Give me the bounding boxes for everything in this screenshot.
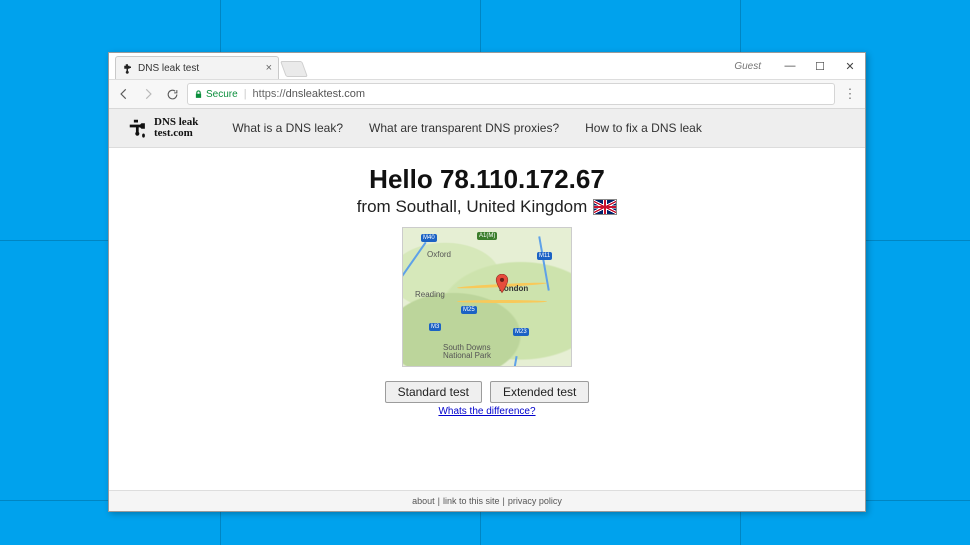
- standard-test-button[interactable]: Standard test: [385, 381, 482, 403]
- nav-link-what-is[interactable]: What is a DNS leak?: [232, 121, 343, 135]
- logo-line2: test.com: [154, 128, 198, 139]
- address-bar: Secure | https://dnsleaktest.com ⋮: [109, 80, 865, 109]
- minimize-button[interactable]: —: [775, 55, 805, 77]
- kebab-icon: ⋮: [844, 86, 857, 102]
- arrow-right-icon: [141, 87, 155, 101]
- back-button[interactable]: [115, 85, 133, 103]
- footer-about[interactable]: about: [412, 496, 435, 506]
- lock-icon: [194, 90, 203, 99]
- browser-tab[interactable]: DNS leak test ×: [115, 56, 279, 79]
- reload-icon: [166, 88, 179, 101]
- hello-heading: Hello 78.110.172.67: [369, 164, 605, 195]
- site-footer: about | link to this site | privacy poli…: [109, 490, 865, 511]
- faucet-icon: [122, 62, 134, 74]
- maximize-icon: ☐: [815, 60, 825, 73]
- map-label-southdowns: South Downs National Park: [443, 344, 491, 360]
- road-badge-m23: M23: [513, 328, 529, 336]
- site-nav: DNS leak test.com What is a DNS leak? Wh…: [109, 109, 865, 148]
- faucet-icon: [127, 117, 149, 139]
- page-content: DNS leak test.com What is a DNS leak? Wh…: [109, 109, 865, 511]
- menu-button[interactable]: ⋮: [841, 85, 859, 103]
- arrow-left-icon: [117, 87, 131, 101]
- road-badge-m40: M40: [421, 234, 437, 242]
- map-pin-icon: [495, 274, 509, 288]
- map-road: [457, 300, 547, 303]
- location-map[interactable]: M40 A1(M) M11 M25 M23 M3 Oxford Reading …: [402, 227, 572, 367]
- nav-link-fix[interactable]: How to fix a DNS leak: [585, 121, 702, 135]
- road-badge-m11: M11: [537, 252, 552, 260]
- new-tab-button[interactable]: [280, 61, 308, 77]
- close-icon: ✕: [845, 60, 854, 73]
- extended-test-button[interactable]: Extended test: [490, 381, 589, 403]
- tab-title: DNS leak test: [138, 63, 262, 74]
- difference-link[interactable]: Whats the difference?: [438, 406, 535, 417]
- window-controls: Guest — ☐ ✕: [734, 53, 865, 79]
- main-content: Hello 78.110.172.67 from Southall, Unite…: [109, 148, 865, 490]
- map-label-reading: Reading: [415, 290, 445, 299]
- reload-button[interactable]: [163, 85, 181, 103]
- logo-text: DNS leak test.com: [154, 117, 198, 139]
- footer-privacy[interactable]: privacy policy: [508, 496, 562, 506]
- secure-label: Secure: [206, 89, 238, 100]
- footer-sep: |: [503, 496, 505, 506]
- footer-link-to-site[interactable]: link to this site: [443, 496, 500, 506]
- minimize-icon: —: [785, 60, 796, 72]
- url-host: dnsleaktest.com: [286, 88, 365, 100]
- divider: |: [244, 88, 247, 100]
- guest-label: Guest: [734, 61, 761, 72]
- road-badge-a1m: A1(M): [477, 232, 497, 240]
- uk-flag-icon: [593, 199, 617, 215]
- map-label-oxford: Oxford: [427, 250, 451, 259]
- url-scheme: https://: [253, 88, 286, 100]
- location-line: from Southall, United Kingdom: [357, 197, 618, 217]
- browser-window: DNS leak test × Guest — ☐ ✕ Secure |: [108, 52, 866, 512]
- nav-link-proxies[interactable]: What are transparent DNS proxies?: [369, 121, 559, 135]
- close-tab-icon[interactable]: ×: [266, 62, 272, 74]
- road-badge-m3: M3: [429, 323, 441, 331]
- url-field[interactable]: Secure | https://dnsleaktest.com: [187, 83, 835, 105]
- test-buttons: Standard test Extended test: [385, 381, 590, 403]
- url-text: https://dnsleaktest.com: [253, 88, 366, 100]
- forward-button[interactable]: [139, 85, 157, 103]
- site-logo[interactable]: DNS leak test.com: [127, 117, 206, 139]
- road-badge-m25: M25: [461, 306, 477, 314]
- footer-sep: |: [438, 496, 440, 506]
- window-titlebar: DNS leak test × Guest — ☐ ✕: [109, 53, 865, 80]
- location-text: Southall, United Kingdom: [395, 197, 587, 216]
- maximize-button[interactable]: ☐: [805, 55, 835, 77]
- hello-prefix: Hello: [369, 164, 440, 194]
- ip-address: 78.110.172.67: [440, 164, 605, 194]
- secure-indicator: Secure: [194, 89, 238, 100]
- from-prefix: from: [357, 197, 396, 216]
- close-window-button[interactable]: ✕: [835, 55, 865, 77]
